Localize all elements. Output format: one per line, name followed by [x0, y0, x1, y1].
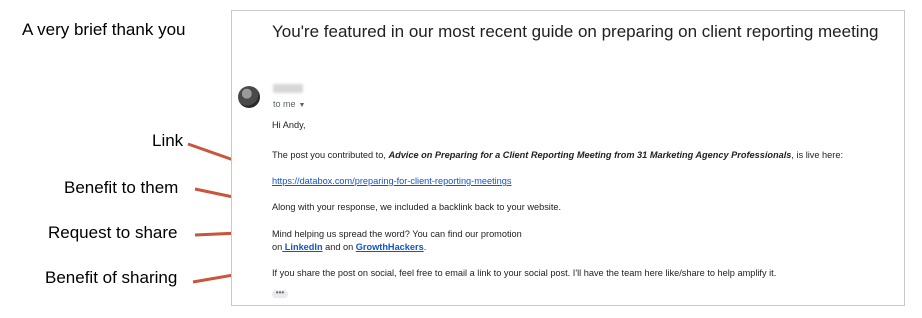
email-url-line: https://databox.com/preparing-for-client… — [272, 176, 512, 186]
growthhackers-link[interactable]: GrowthHackers — [356, 242, 424, 252]
show-trimmed-content-button[interactable]: ••• — [272, 289, 288, 298]
annotation-title: A very brief thank you — [22, 20, 186, 39]
sender-name-redacted[interactable] — [273, 84, 303, 93]
annotation-benefit-of-sharing: Benefit of sharing — [45, 268, 178, 287]
post-url-link[interactable]: https://databox.com/preparing-for-client… — [272, 176, 512, 186]
annotation-request-to-share: Request to share — [48, 223, 178, 242]
recipient-details[interactable]: to me ▼ — [273, 99, 305, 109]
annotation-benefit-to-them: Benefit to them — [64, 178, 179, 197]
annotation-link: Link — [152, 131, 184, 150]
linkedin-link[interactable]: LinkedIn — [282, 242, 323, 252]
chevron-down-icon[interactable]: ▼ — [299, 102, 306, 109]
request-on: on — [272, 242, 283, 252]
email-subject: You're featured in our most recent guide… — [272, 22, 879, 41]
request-period: . — [423, 242, 427, 252]
email-request-line1: Mind helping us spread the word? You can… — [272, 229, 522, 239]
intro-prefix: The post you contributed to, — [272, 150, 389, 160]
recipient-text: to me — [273, 99, 296, 109]
email-panel: You're featured in our most recent guide… — [231, 10, 905, 306]
email-closing: If you share the post on social, feel fr… — [272, 268, 777, 278]
sender-avatar[interactable] — [238, 86, 260, 108]
intro-suffix: , is live here: — [791, 150, 843, 160]
email-greeting: Hi Andy, — [272, 120, 306, 130]
request-and-on: and on — [322, 242, 356, 252]
email-intro: The post you contributed to, Advice on P… — [272, 150, 843, 160]
email-backlink-text: Along with your response, we included a … — [272, 202, 562, 212]
email-request-line2: on LinkedIn and on GrowthHackers. — [272, 242, 426, 252]
post-title: Advice on Preparing for a Client Reporti… — [388, 150, 792, 160]
